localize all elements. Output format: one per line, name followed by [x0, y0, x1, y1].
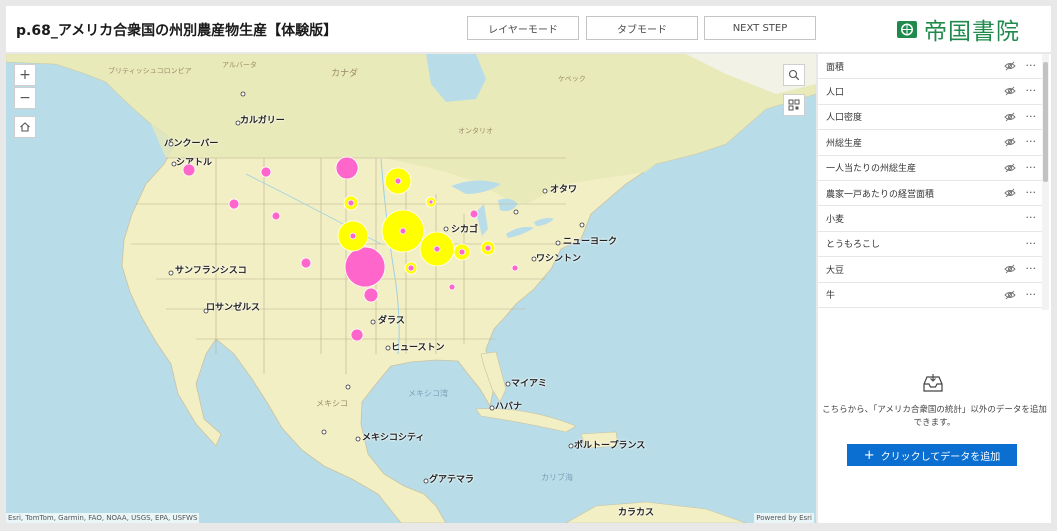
- more-options-icon[interactable]: ···: [1026, 211, 1037, 224]
- plus-icon: +: [863, 447, 875, 463]
- layer-item-soybean[interactable]: 大豆 ···: [818, 257, 1042, 283]
- cattle-symbol-washington: [182, 163, 196, 177]
- layer-label: 大豆: [826, 265, 845, 276]
- powered-by-esri[interactable]: Powered by Esri: [754, 513, 814, 523]
- visibility-off-icon[interactable]: [1004, 61, 1016, 71]
- app-header: p.68_アメリカ合衆国の州別農産物生産【体験版】 レイヤーモード タブモード …: [6, 6, 1051, 52]
- more-options-icon[interactable]: ···: [1026, 59, 1037, 72]
- cattle-symbol-colorado: [300, 257, 312, 269]
- layer-item-wheat[interactable]: 小麦 ···: [818, 206, 1042, 232]
- layer-mode-button[interactable]: レイヤーモード: [467, 16, 579, 40]
- layer-label: 人口: [826, 88, 845, 99]
- layer-item-cattle[interactable]: 牛 ···: [818, 283, 1042, 308]
- layer-item-area[interactable]: 面積 ···: [818, 54, 1042, 80]
- visibility-off-icon[interactable]: [1004, 163, 1016, 173]
- search-button[interactable]: [783, 64, 805, 86]
- add-data-message: こちらから、「アメリカ合衆国の統計」以外のデータを追加できます。: [822, 405, 1047, 428]
- cattle-symbol-texas: [350, 328, 364, 342]
- layer-panel: 面積 ··· 人口 ··· 人口密度 ··· 州総生産 ··· 一人当たりの州総…: [818, 54, 1051, 523]
- map-attribution: Esri, TomTom, Garmin, FAO, NOAA, USGS, E…: [6, 513, 200, 523]
- inbox-tray-icon: [923, 374, 943, 392]
- layer-item-corn[interactable]: とうもろこし ···: [818, 232, 1042, 258]
- more-options-icon[interactable]: ···: [1026, 262, 1037, 275]
- cattle-symbol-wisconsin: [469, 209, 479, 219]
- more-options-icon[interactable]: ···: [1026, 135, 1037, 148]
- visibility-off-icon[interactable]: [1004, 112, 1016, 122]
- visibility-off-icon[interactable]: [1004, 264, 1016, 274]
- cattle-symbol-oregon: [228, 198, 240, 210]
- qr-code-button[interactable]: [783, 94, 805, 116]
- logo-text: 帝国書院: [924, 19, 1020, 45]
- layer-label: 人口密度: [826, 113, 863, 124]
- visibility-off-icon[interactable]: [1004, 137, 1016, 147]
- zoom-out-button[interactable]: −: [14, 87, 36, 109]
- layer-label: とうもろこし: [826, 240, 881, 251]
- tab-mode-button[interactable]: タブモード: [586, 16, 698, 40]
- add-data-button[interactable]: + クリックしてデータを追加: [847, 444, 1017, 466]
- more-options-icon[interactable]: ···: [1026, 288, 1037, 301]
- layer-item-gross-state-product[interactable]: 州総生産 ···: [818, 130, 1042, 156]
- layer-item-population-density[interactable]: 人口密度 ···: [818, 105, 1042, 131]
- layer-list-scrollbar[interactable]: [1042, 54, 1049, 310]
- cattle-symbol-oklahoma: [363, 287, 379, 303]
- scrollbar-thumb[interactable]: [1043, 62, 1048, 182]
- publisher-logo: 帝国書院: [896, 12, 1020, 46]
- cattle-symbol-nebraska: [344, 246, 386, 288]
- home-icon: [20, 122, 30, 132]
- layer-label: 牛: [826, 291, 836, 302]
- page-title: p.68_アメリカ合衆国の州別農産物生産【体験版】: [16, 23, 338, 39]
- layer-item-farm-area-per-household[interactable]: 農家一戸あたりの経営面積 ···: [818, 181, 1042, 207]
- cattle-symbol-montana: [260, 166, 272, 178]
- cattle-symbol-north-dakota: [335, 156, 359, 180]
- visibility-off-icon[interactable]: [1004, 188, 1016, 198]
- cattle-symbol-kentucky: [448, 283, 456, 291]
- layer-label: 一人当たりの州総生産: [826, 164, 917, 175]
- search-icon: [788, 69, 800, 81]
- layer-list: 面積 ··· 人口 ··· 人口密度 ··· 州総生産 ··· 一人当たりの州総…: [818, 54, 1042, 310]
- layer-label: 面積: [826, 62, 845, 73]
- visibility-off-icon[interactable]: [1004, 290, 1016, 300]
- visibility-off-icon[interactable]: [1004, 86, 1016, 96]
- more-options-icon[interactable]: ···: [1026, 237, 1037, 250]
- layer-label: 農家一戸あたりの経営面積: [826, 189, 935, 200]
- globe-book-icon: [897, 21, 917, 38]
- more-options-icon[interactable]: ···: [1026, 186, 1037, 199]
- map-view[interactable]: ブリティッシュコロンビア アルバータ カナダ オンタリオ ケベック メキシコ メ…: [6, 54, 816, 523]
- more-options-icon[interactable]: ···: [1026, 110, 1037, 123]
- next-step-button[interactable]: NEXT STEP: [704, 16, 816, 40]
- layer-item-population[interactable]: 人口 ···: [818, 79, 1042, 105]
- cattle-symbol-wyoming: [271, 211, 281, 221]
- layer-item-gsp-per-capita[interactable]: 一人当たりの州総生産 ···: [818, 156, 1042, 181]
- symbol-layer: [168, 91, 585, 484]
- qr-code-icon: [788, 99, 800, 111]
- layer-label: 小麦: [826, 215, 845, 226]
- add-data-button-label: クリックしてデータを追加: [880, 451, 1001, 463]
- more-options-icon[interactable]: ···: [1026, 84, 1037, 97]
- more-options-icon[interactable]: ···: [1026, 161, 1037, 174]
- cattle-symbol-virginia: [511, 264, 519, 272]
- zoom-in-button[interactable]: +: [14, 64, 36, 86]
- layer-label: 州総生産: [826, 138, 863, 149]
- home-button[interactable]: [14, 116, 36, 138]
